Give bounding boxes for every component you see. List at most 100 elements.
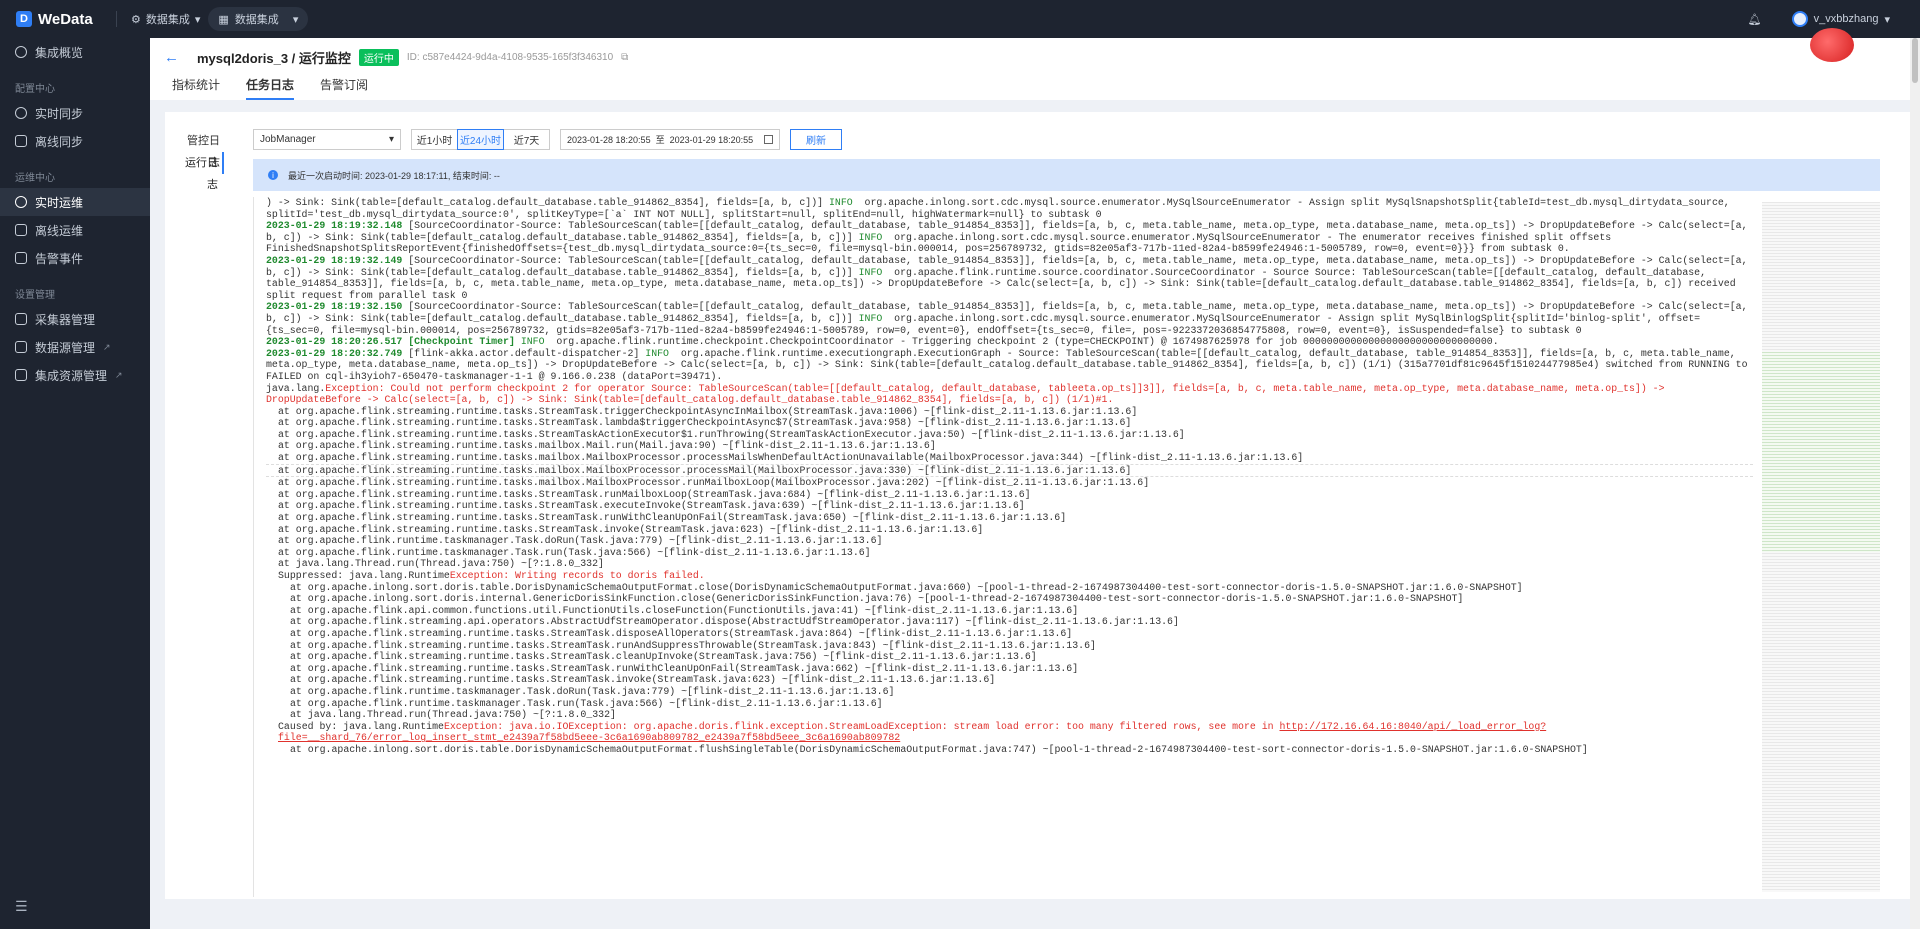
log-segment: 2023-01-29 18:19:32.150 xyxy=(266,301,409,313)
resource-icon xyxy=(15,369,27,381)
sidebar-item-collector[interactable]: 采集器管理 xyxy=(0,305,150,333)
info-text: 最近一次启动时间: 2023-01-29 18:17:11, 结束时间: -- xyxy=(288,170,500,181)
sidebar: 集成概览 配置中心 实时同步 离线同步 运维中心 实时运维 离线运维 告警事件 … xyxy=(0,38,150,929)
sidebar-group-settings: 设置管理 xyxy=(15,290,55,301)
sidebar-item-alert[interactable]: 告警事件 xyxy=(0,244,150,272)
time-range-segment: 近1小时 近24小时 近7天 xyxy=(411,129,550,150)
sidebar-item-label: 告警事件 xyxy=(35,251,84,266)
page-header: ← mysql2doris_3 / 运行监控 运行中 ID: c587e4424… xyxy=(150,38,1910,100)
stack-line: at java.lang.Thread.run(Thread.java:750)… xyxy=(290,709,616,721)
tab-metrics[interactable]: 指标统计 xyxy=(172,76,220,100)
log-segment: INFO xyxy=(645,347,681,359)
copy-icon[interactable]: ⧉ xyxy=(621,52,628,63)
sidebar-item-overview[interactable]: 集成概览 xyxy=(0,38,150,66)
back-arrow-icon[interactable]: ← xyxy=(164,49,179,66)
tab-alert-subscribe[interactable]: 告警订阅 xyxy=(320,76,368,100)
divider xyxy=(116,11,117,27)
page-scrollbar[interactable] xyxy=(1910,38,1920,929)
sidebar-item-label: 数据源管理 xyxy=(35,340,96,355)
header-tabs: 指标统计 任务日志 告警订阅 xyxy=(172,76,368,100)
stack-line: at org.apache.flink.streaming.runtime.ta… xyxy=(278,500,1025,512)
sidebar-group-config: 配置中心 xyxy=(15,84,55,95)
sync-icon xyxy=(15,107,27,119)
stack-line: at org.apache.flink.streaming.runtime.ta… xyxy=(278,488,1031,500)
log-last-line: at org.apache.inlong.sort.doris.table.Do… xyxy=(290,743,1588,755)
avatar xyxy=(1791,11,1808,27)
grid-icon: ⚙ xyxy=(131,13,141,26)
date-separator: 至 xyxy=(655,135,665,145)
date-from: 2023-01-28 18:20:55 xyxy=(567,134,651,145)
job-id: ID: c587e4424-9d4a-4108-9535-165f3f34631… xyxy=(406,52,614,63)
tab-task-log[interactable]: 任务日志 xyxy=(246,76,295,100)
collapse-icon[interactable]: ☰ xyxy=(15,898,28,915)
manager-select[interactable]: JobManager ▾ xyxy=(253,129,401,150)
collector-icon xyxy=(15,313,27,325)
bell-icon[interactable]: 🔔︎ xyxy=(1748,13,1762,26)
top-bar: D WeData ⚙ 数据集成 ▾ ▦ 数据集成 ▾ 🔔︎ v_vxbbzhan… xyxy=(0,0,1920,38)
suppressed-line: Suppressed: java.lang.RuntimeException: … xyxy=(266,570,1753,582)
scrollbar-thumb[interactable] xyxy=(1912,38,1918,83)
range-7d[interactable]: 近7天 xyxy=(503,129,550,150)
sidebar-item-offline-ops[interactable]: 离线运维 xyxy=(0,216,150,244)
dashboard-icon xyxy=(15,46,27,58)
triangle-icon xyxy=(15,224,27,236)
stack-line: at org.apache.flink.api.common.functions… xyxy=(290,604,1079,616)
log-segment: 2023-01-29 18:20:26.517 [Checkpoint Time… xyxy=(266,336,521,348)
log-segment: INFO xyxy=(828,197,865,208)
chevron-down-icon: ▾ xyxy=(1884,13,1890,26)
stack-line: at org.apache.flink.runtime.taskmanager.… xyxy=(290,697,883,709)
sidebar-item-label: 集成资源管理 xyxy=(35,368,108,383)
tab-control-log[interactable]: 管控日志 xyxy=(180,130,224,169)
sidebar-item-label: 实时同步 xyxy=(35,106,84,121)
log-viewer[interactable]: ) -> Sink: Sink(table=[default_catalog.d… xyxy=(253,197,1753,897)
stack-line: at org.apache.flink.streaming.runtime.ta… xyxy=(278,477,1150,489)
stack-line: at org.apache.flink.streaming.runtime.ta… xyxy=(266,463,1753,478)
log-segment: ) -> Sink: Sink(table=[default_catalog.d… xyxy=(266,197,829,208)
app-logo[interactable]: D WeData xyxy=(0,11,110,28)
minimap-viewport[interactable] xyxy=(1762,352,1880,552)
stack-line: at org.apache.flink.streaming.runtime.ta… xyxy=(278,417,1132,429)
stack-line: at org.apache.flink.streaming.runtime.ta… xyxy=(290,662,1079,674)
log-segment: INFO xyxy=(520,336,557,348)
log-segment: INFO xyxy=(858,231,895,243)
sidebar-item-realtime-ops[interactable]: 实时运维 xyxy=(0,188,150,216)
info-icon: i xyxy=(268,170,278,180)
stack-line: at org.apache.flink.runtime.taskmanager.… xyxy=(290,685,895,697)
user-menu[interactable]: v_vxbbzhang ▾ xyxy=(1791,11,1890,27)
log-segment: java.lang. xyxy=(266,382,326,394)
log-segment: 2023-01-29 18:20:32.749 xyxy=(266,347,409,359)
tab-run-log[interactable]: 运行日志 xyxy=(180,152,224,191)
logo-icon: D xyxy=(16,11,32,27)
project-select-label: 数据集成 xyxy=(234,14,279,26)
range-24h[interactable]: 近24小时 xyxy=(457,129,504,150)
log-segment: [flink-akka.actor.default-dispatcher-2] xyxy=(408,347,646,359)
chevron-down-icon: ▾ xyxy=(388,134,394,145)
project-select[interactable]: ▦ 数据集成 ▾ xyxy=(208,7,309,31)
sidebar-item-offline-sync[interactable]: 离线同步 xyxy=(0,127,150,155)
log-minimap[interactable] xyxy=(1762,202,1880,892)
log-segment: 2023-01-29 18:19:32.148 xyxy=(266,220,409,232)
stack-line: at org.apache.flink.streaming.runtime.ta… xyxy=(278,405,1138,417)
stack-line: at org.apache.flink.streaming.runtime.ta… xyxy=(278,512,1067,524)
manager-select-value: JobManager xyxy=(260,134,316,145)
refresh-button[interactable]: 刷新 xyxy=(790,129,842,150)
module-menu[interactable]: ⚙ 数据集成 ▾ xyxy=(123,11,208,27)
sidebar-item-resource[interactable]: 集成资源管理 ↗ xyxy=(0,361,150,389)
log-panel: 管控日志 运行日志 JobManager ▾ 近1小时 近24小时 近7天 20… xyxy=(165,112,1910,899)
stack-line: at org.apache.flink.streaming.runtime.ta… xyxy=(278,428,1185,440)
stack-trace-2: at org.apache.inlong.sort.doris.table.Do… xyxy=(266,582,1753,721)
stack-line: at java.lang.Thread.run(Thread.java:750)… xyxy=(278,558,604,570)
project-icon: ▦ xyxy=(218,13,229,26)
chevron-down-icon: ▾ xyxy=(292,13,299,26)
sidebar-item-label: 实时运维 xyxy=(35,195,84,210)
stack-line: at org.apache.flink.streaming.runtime.ta… xyxy=(290,639,1096,651)
sidebar-item-realtime-sync[interactable]: 实时同步 xyxy=(0,99,150,127)
range-1h[interactable]: 近1小时 xyxy=(411,129,458,150)
stack-line: at org.apache.flink.streaming.runtime.ta… xyxy=(278,523,984,535)
status-badge: 运行中 xyxy=(358,49,399,66)
date-range-picker[interactable]: 2023-01-28 18:20:55 至 2023-01-29 18:20:5… xyxy=(560,129,780,150)
chevron-down-icon: ▾ xyxy=(194,13,201,26)
external-link-icon: ↗ xyxy=(115,369,123,380)
sidebar-item-datasource[interactable]: 数据源管理 ↗ xyxy=(0,333,150,361)
module-menu-label: 数据集成 xyxy=(145,14,190,26)
